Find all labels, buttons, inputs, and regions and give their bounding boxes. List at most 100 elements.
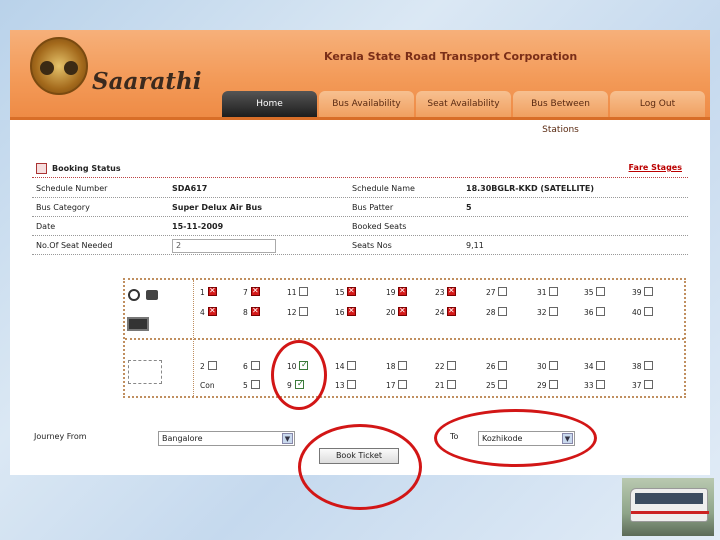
seat-32[interactable]: 32 — [537, 307, 577, 319]
seat-nos-label: Seats Nos — [352, 241, 392, 250]
seat-11[interactable]: 11 — [287, 287, 327, 299]
tab-seat-availability[interactable]: Seat Availability — [416, 91, 511, 117]
door-icon — [127, 317, 149, 331]
bus-pattern-value: 5 — [466, 203, 472, 212]
seat-checkbox[interactable] — [447, 380, 456, 389]
tab-bus-availability[interactable]: Bus Availability — [319, 91, 414, 117]
seat-38[interactable]: 38 — [632, 361, 672, 373]
schedule-number-label: Schedule Number — [36, 184, 108, 193]
seat-13[interactable]: 13 — [335, 380, 375, 392]
seat-checkbox[interactable] — [549, 380, 558, 389]
seat-checkbox[interactable] — [347, 361, 356, 370]
seat-34[interactable]: 34 — [584, 361, 624, 373]
tab-bus-between-stations[interactable]: Bus Between Stations — [513, 91, 608, 135]
seat-checkbox[interactable] — [596, 380, 605, 389]
seat-number: 27 — [486, 288, 496, 297]
chevron-down-icon[interactable]: ▼ — [282, 433, 293, 444]
journey-from-select[interactable]: Bangalore ▼ — [158, 431, 295, 446]
schedule-number-value: SDA617 — [172, 184, 208, 193]
seat-26[interactable]: 26 — [486, 361, 526, 373]
seat-number: 33 — [584, 381, 594, 390]
seat-checkbox[interactable] — [347, 380, 356, 389]
seat-29[interactable]: 29 — [537, 380, 577, 392]
seat-number: 22 — [435, 362, 445, 371]
seat-1: 1 — [200, 286, 240, 299]
seat-checkbox[interactable] — [549, 361, 558, 370]
seat-checkbox[interactable] — [498, 287, 507, 296]
brand-logo-text: Saarathi — [92, 68, 202, 95]
fare-stages-link[interactable]: Fare Stages — [629, 163, 682, 172]
seat-checkbox[interactable] — [498, 380, 507, 389]
seat-24: 24 — [435, 306, 475, 319]
seat-checkbox[interactable] — [299, 307, 308, 316]
seat-booked-checkbox — [447, 306, 456, 316]
seat-checkbox[interactable] — [208, 361, 217, 370]
seat-28[interactable]: 28 — [486, 307, 526, 319]
seat-35[interactable]: 35 — [584, 287, 624, 299]
aisle-divider — [125, 338, 684, 340]
bus-category-label: Bus Category — [36, 203, 90, 212]
seat-number: 30 — [537, 362, 547, 371]
seat-checkbox[interactable] — [498, 361, 507, 370]
seat-22[interactable]: 22 — [435, 361, 475, 373]
seat-checkbox[interactable] — [398, 380, 407, 389]
seat-number: 28 — [486, 308, 496, 317]
seat-23: 23 — [435, 286, 475, 299]
seat-number: 20 — [386, 308, 396, 317]
seat-18[interactable]: 18 — [386, 361, 426, 373]
seat-checkbox[interactable] — [596, 361, 605, 370]
seat-checkbox[interactable] — [644, 307, 653, 316]
seat-number: 19 — [386, 288, 396, 297]
date-value: 15-11-2009 — [172, 222, 224, 231]
corporation-name: Kerala State Road Transport Corporation — [324, 50, 578, 63]
seat-25[interactable]: 25 — [486, 380, 526, 392]
seat-checkbox[interactable] — [251, 361, 260, 370]
seat-27[interactable]: 27 — [486, 287, 526, 299]
seat-20: 20 — [386, 306, 426, 319]
seat-31[interactable]: 31 — [537, 287, 577, 299]
seat-number: 24 — [435, 308, 445, 317]
seat-checkbox[interactable] — [596, 287, 605, 296]
annotation-circle-destination — [434, 409, 597, 467]
seat-booked-checkbox — [347, 286, 356, 296]
seat-number: 29 — [537, 381, 547, 390]
seat-39[interactable]: 39 — [632, 287, 672, 299]
seat-37[interactable]: 37 — [632, 380, 672, 392]
booking-status-icon — [36, 163, 47, 174]
seat-checkbox[interactable] — [299, 287, 308, 296]
seat-booked-checkbox — [208, 306, 217, 316]
seat-33[interactable]: 33 — [584, 380, 624, 392]
seat-checkbox[interactable] — [447, 361, 456, 370]
booked-seats-label: Booked Seats — [352, 222, 407, 231]
tab-home[interactable]: Home — [222, 91, 317, 117]
seat-checkbox[interactable] — [398, 361, 407, 370]
date-label: Date — [36, 222, 56, 231]
seat-checkbox[interactable] — [644, 287, 653, 296]
info-row: No.Of Seat Needed 2 Seats Nos 9,11 — [32, 237, 688, 255]
seat-36[interactable]: 36 — [584, 307, 624, 319]
seat-30[interactable]: 30 — [537, 361, 577, 373]
seat-14[interactable]: 14 — [335, 361, 375, 373]
journey-from-label: Journey From — [34, 432, 87, 441]
panel-title: Booking Status — [52, 164, 121, 173]
seat-12[interactable]: 12 — [287, 307, 327, 319]
seat-16: 16 — [335, 306, 375, 319]
seat-17[interactable]: 17 — [386, 380, 426, 392]
seat-2[interactable]: 2 — [200, 361, 240, 373]
seat-checkbox[interactable] — [549, 307, 558, 316]
seat-number: 35 — [584, 288, 594, 297]
seat-21[interactable]: 21 — [435, 380, 475, 392]
ksrtc-emblem-icon — [30, 37, 88, 95]
seat-checkbox[interactable] — [251, 380, 260, 389]
seat-checkbox[interactable] — [644, 361, 653, 370]
seats-needed-input[interactable]: 2 — [172, 239, 276, 253]
seat-checkbox[interactable] — [498, 307, 507, 316]
seat-number: 18 — [386, 362, 396, 371]
seat-4: 4 — [200, 306, 240, 319]
tab-log-out[interactable]: Log Out — [610, 91, 705, 117]
seat-checkbox[interactable] — [644, 380, 653, 389]
seat-40[interactable]: 40 — [632, 307, 672, 319]
seat-booked-checkbox — [251, 286, 260, 296]
seat-checkbox[interactable] — [549, 287, 558, 296]
seat-checkbox[interactable] — [596, 307, 605, 316]
